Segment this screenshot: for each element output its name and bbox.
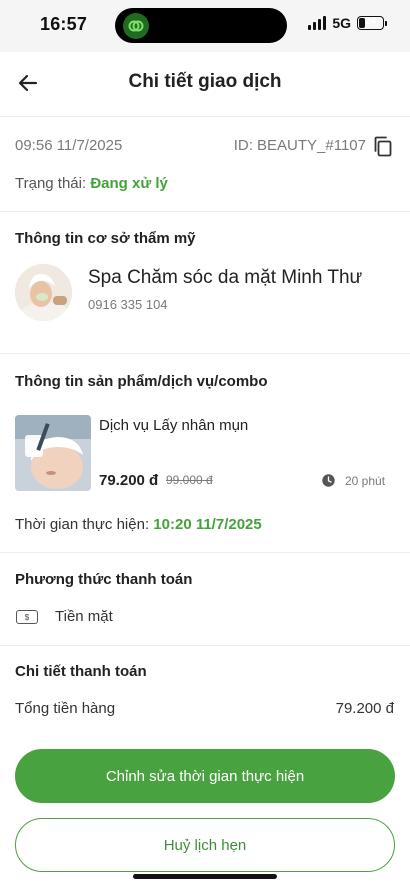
status-time: 16:57 [40, 14, 88, 34]
divider [0, 116, 410, 117]
payment-detail-title: Chi tiết thanh toán [15, 663, 147, 680]
status-badge: Đang xử lý [90, 175, 168, 192]
dynamic-island [115, 8, 287, 43]
payment-method-value: Tiền mặt [55, 608, 113, 625]
divider [0, 211, 410, 212]
status-label: Trạng thái: [15, 175, 87, 192]
facility-avatar [15, 264, 72, 321]
status-bar: 16:57 5G 24 [0, 0, 410, 52]
network-type: 5G [332, 15, 351, 31]
facility-section-title: Thông tin cơ sở thẩm mỹ [15, 230, 196, 247]
transaction-id: ID: BEAUTY_#1107 [233, 137, 366, 154]
app-activity-icon [123, 13, 149, 39]
cancel-appointment-button[interactable]: Huỷ lịch hẹn [15, 818, 395, 872]
transaction-datetime: 09:56 11/7/2025 [15, 137, 123, 154]
service-name: Dịch vụ Lấy nhân mụn [99, 417, 249, 434]
service-time-label: Thời gian thực hiện: [15, 516, 150, 533]
divider [0, 645, 410, 646]
app-header: Chi tiết giao dịch [0, 52, 410, 110]
page-title: Chi tiết giao dịch [128, 71, 282, 92]
facility-name: Spa Chăm sóc da mặt Minh Thư [88, 267, 363, 288]
service-duration: 20 phút [345, 474, 386, 488]
status-row: Trạng thái: Đang xử lý [15, 175, 168, 192]
divider [0, 552, 410, 553]
home-indicator [133, 874, 277, 879]
edit-time-button[interactable]: Chỉnh sửa thời gian thực hiện [15, 749, 395, 803]
signal-icon [308, 16, 327, 30]
facility-phone: 0916 335 104 [88, 297, 168, 312]
battery-icon: 24 [357, 16, 387, 30]
clock-icon [322, 474, 335, 487]
divider [0, 353, 410, 354]
cash-icon: $ [16, 610, 38, 624]
cash-icon-symbol: $ [24, 612, 30, 622]
service-original-price: 99.000 đ [166, 473, 213, 487]
battery-level: 24 [364, 16, 377, 27]
service-price: 79.200 đ [99, 472, 159, 489]
service-time-value: 10:20 11/7/2025 [153, 516, 262, 533]
service-section-title: Thông tin sản phẩm/dịch vụ/combo [15, 373, 268, 390]
copy-icon[interactable] [372, 135, 394, 157]
payment-method-title: Phương thức thanh toán [15, 571, 193, 588]
total-value: 79.200 đ [335, 700, 394, 717]
total-label: Tổng tiền hàng [15, 700, 116, 717]
service-thumbnail [15, 415, 91, 491]
service-time-row: Thời gian thực hiện: 10:20 11/7/2025 [15, 516, 262, 533]
status-indicators: 5G 24 [308, 15, 387, 31]
